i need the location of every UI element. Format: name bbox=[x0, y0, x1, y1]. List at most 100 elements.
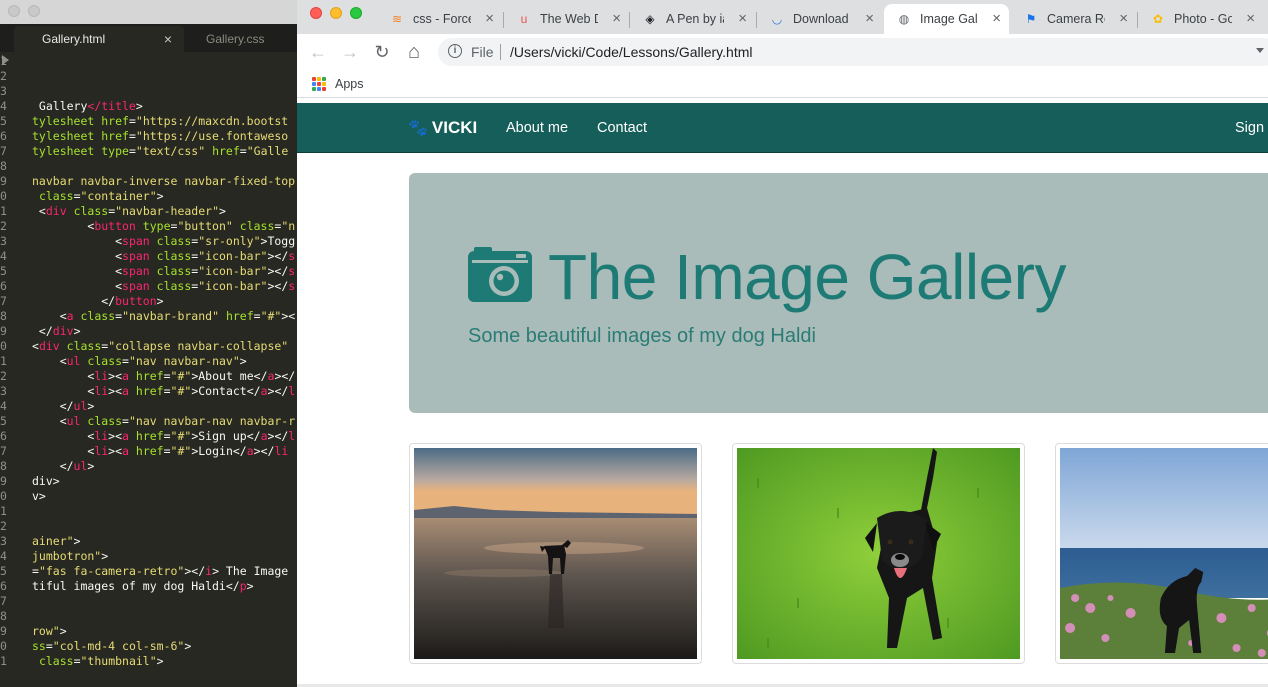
code-token: < bbox=[32, 219, 95, 233]
code-token: a bbox=[122, 384, 129, 398]
code-token: p bbox=[239, 579, 247, 593]
url-text[interactable]: /Users/vicki/Code/Lessons/Gallery.html bbox=[510, 44, 752, 60]
line-number: 3 bbox=[0, 84, 7, 98]
code-line: 2 <button type="button" class="n bbox=[0, 219, 297, 234]
code-line: 2 bbox=[0, 69, 297, 84]
beach-photo[interactable] bbox=[414, 448, 697, 659]
page-title: The Image Gallery bbox=[548, 241, 1066, 313]
code-token: >Togg bbox=[260, 234, 296, 248]
line-number: 4 bbox=[0, 549, 7, 563]
code-token: tylesheet bbox=[32, 144, 95, 158]
code-text: <li><a href="#">Sign up</a></l bbox=[32, 429, 295, 444]
browser-tab[interactable]: ⚑ Camera Re × bbox=[1011, 4, 1136, 34]
grass-photo[interactable] bbox=[737, 448, 1020, 659]
code-token: > bbox=[156, 294, 164, 308]
browser-tab[interactable]: ◍ Image Galle × bbox=[884, 4, 1009, 34]
window-close-button[interactable] bbox=[310, 7, 322, 19]
info-icon[interactable]: i bbox=[448, 44, 462, 58]
cliff-photo[interactable] bbox=[1060, 448, 1268, 659]
close-icon[interactable]: × bbox=[865, 10, 874, 27]
line-number: 0 bbox=[0, 489, 7, 503]
code-line: 8 bbox=[0, 159, 297, 174]
line-number: 3 bbox=[0, 384, 7, 398]
google-photos-icon: ✿ bbox=[1152, 12, 1164, 26]
code-text: <button type="button" class="n bbox=[32, 219, 295, 234]
code-token: "fas fa-camera-retro" bbox=[38, 564, 185, 578]
nav-link-sign-up[interactable]: Sign bbox=[1235, 120, 1264, 136]
code-token: > bbox=[101, 549, 109, 563]
address-bar[interactable]: i File /Users/vicki/Code/Lessons/Gallery… bbox=[438, 38, 1268, 66]
close-icon[interactable]: × bbox=[992, 10, 1001, 27]
close-icon[interactable]: × bbox=[612, 10, 621, 27]
code-line: 4 </ul> bbox=[0, 399, 297, 414]
code-token: > bbox=[87, 459, 95, 473]
close-icon[interactable]: × bbox=[164, 31, 172, 47]
browser-tab[interactable]: u The Web D × bbox=[504, 4, 629, 34]
browser-tab[interactable]: ✿ Photo - Go × bbox=[1138, 4, 1263, 34]
code-token: class bbox=[156, 279, 192, 293]
close-icon[interactable]: × bbox=[1119, 10, 1128, 27]
close-icon[interactable]: × bbox=[1246, 10, 1255, 27]
url-scheme-label: File bbox=[471, 44, 494, 60]
editor-title-strip bbox=[0, 0, 297, 24]
window-close-dot[interactable] bbox=[8, 5, 20, 17]
browser-tab[interactable]: ◈ A Pen by ia × bbox=[630, 4, 755, 34]
line-number: 6 bbox=[0, 579, 7, 593]
thumbnail-beach[interactable] bbox=[409, 443, 702, 664]
code-token: < bbox=[32, 429, 95, 443]
code-line: 6 tylesheet href="https://use.fontaweso bbox=[0, 129, 297, 144]
browser-tab-label: Photo - Go bbox=[1174, 12, 1232, 26]
thumbnail-cliff[interactable] bbox=[1055, 443, 1268, 664]
reload-icon[interactable]: ↻ bbox=[372, 42, 392, 62]
code-token: a bbox=[260, 384, 268, 398]
code-token: class bbox=[87, 414, 123, 428]
line-number: 9 bbox=[0, 474, 7, 488]
window-minimize-dot[interactable] bbox=[28, 5, 40, 17]
code-line: 2 bbox=[0, 519, 297, 534]
editor-tab-gallery-html[interactable]: Gallery.html × bbox=[14, 26, 184, 52]
code-token: = bbox=[163, 369, 171, 383]
code-token: href bbox=[135, 429, 164, 443]
code-token: tylesheet bbox=[32, 129, 95, 143]
window-zoom-button[interactable] bbox=[350, 7, 362, 19]
code-token: ss bbox=[32, 639, 46, 653]
home-icon[interactable]: ⌂ bbox=[404, 42, 424, 62]
nav-link-contact[interactable]: Contact bbox=[597, 120, 647, 136]
code-token: = bbox=[122, 354, 129, 368]
window-minimize-button[interactable] bbox=[330, 7, 342, 19]
line-number: 5 bbox=[0, 414, 7, 428]
browser-tab[interactable]: ≋ css - Force × bbox=[377, 4, 502, 34]
code-line: 5 tylesheet href="https://maxcdn.bootst bbox=[0, 114, 297, 129]
code-token: s bbox=[288, 279, 296, 293]
editor-tab-gallery-css[interactable]: Gallery.css bbox=[188, 26, 297, 52]
line-number: 5 bbox=[0, 564, 7, 578]
nav-link-about-me[interactable]: About me bbox=[506, 120, 568, 136]
close-icon[interactable]: × bbox=[485, 10, 494, 27]
thumbnail-grass[interactable] bbox=[732, 443, 1025, 664]
line-number: 7 bbox=[0, 444, 7, 458]
close-icon[interactable]: × bbox=[738, 10, 747, 27]
browser-tab-label: css - Force bbox=[413, 12, 471, 26]
code-token: span bbox=[122, 264, 150, 278]
code-token: < bbox=[32, 234, 123, 248]
forward-arrow-icon[interactable]: → bbox=[340, 42, 360, 62]
code-text: navbar navbar-inverse navbar-fixed-top bbox=[32, 174, 295, 189]
code-token: class bbox=[156, 264, 192, 278]
code-line: 2 <li><a href="#">About me</a></ bbox=[0, 369, 297, 384]
dropdown-arrow-icon[interactable] bbox=[1256, 48, 1264, 53]
apps-grid-icon[interactable] bbox=[312, 77, 326, 91]
download-site-icon: ◡ bbox=[771, 12, 783, 26]
code-token: class bbox=[80, 309, 116, 323]
code-text: <span class="icon-bar"></s bbox=[32, 249, 295, 264]
code-area[interactable]: 1234 Gallery</title> 5 tylesheet href="htt… bbox=[0, 54, 297, 669]
apps-bookmark-label[interactable]: Apps bbox=[335, 77, 364, 91]
code-token: ></ bbox=[274, 369, 296, 383]
navbar-brand[interactable]: 🐾 VICKI bbox=[408, 118, 477, 138]
back-arrow-icon[interactable]: ← bbox=[308, 42, 328, 62]
browser-tab[interactable]: ◡ Download × bbox=[757, 4, 882, 34]
code-token: Gallery bbox=[32, 99, 88, 113]
code-line: 6 tiful images of my dog Haldi</p> bbox=[0, 579, 297, 594]
